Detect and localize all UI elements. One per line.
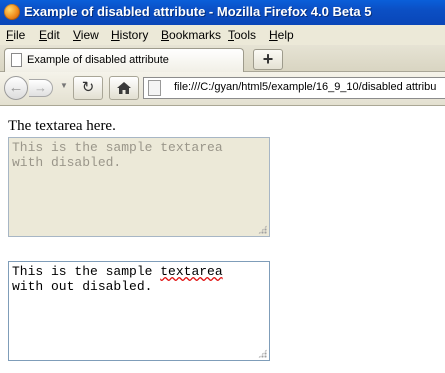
site-page-icon bbox=[148, 80, 161, 96]
enabled-textarea[interactable]: This is the sample textarea with out dis… bbox=[8, 261, 270, 361]
menu-tools[interactable]: Tools bbox=[228, 28, 256, 42]
menu-view[interactable]: View bbox=[73, 28, 99, 42]
menu-edit[interactable]: Edit bbox=[39, 28, 60, 42]
menu-bookmarks[interactable]: Bookmarks bbox=[161, 28, 221, 42]
menu-history-accel: H bbox=[111, 28, 120, 42]
home-button[interactable] bbox=[109, 76, 139, 100]
tab-title: Example of disabled attribute bbox=[27, 54, 169, 66]
history-dropdown-icon[interactable]: ▼ bbox=[60, 81, 68, 90]
disabled-textarea-line2: with disabled. bbox=[12, 155, 122, 170]
page-icon bbox=[11, 53, 22, 67]
content-label: The textarea here. bbox=[8, 118, 116, 134]
forward-button[interactable]: → bbox=[29, 79, 53, 97]
enabled-textarea-line2: with out disabled. bbox=[12, 279, 153, 294]
enabled-textarea-line1-prefix: This is the sample bbox=[12, 264, 161, 279]
firefox-icon bbox=[4, 4, 20, 20]
tab-strip: Example of disabled attribute + bbox=[0, 45, 445, 72]
menu-bar: File Edit View History Bookmarks Tools H… bbox=[0, 25, 445, 45]
tab-active[interactable]: Example of disabled attribute bbox=[4, 48, 244, 72]
back-button[interactable]: ← bbox=[4, 76, 28, 100]
url-bar[interactable]: file:///C:/gyan/html5/example/16_9_10/di… bbox=[143, 77, 445, 99]
resize-grip-icon[interactable] bbox=[258, 349, 267, 358]
menu-help[interactable]: Help bbox=[269, 28, 294, 42]
menu-bookmarks-rest: ookmarks bbox=[169, 28, 222, 42]
url-text: file:///C:/gyan/html5/example/16_9_10/di… bbox=[174, 81, 437, 93]
menu-history-rest: istory bbox=[119, 28, 149, 42]
navigation-bar: ← → ▼ ↻ file:///C:/gyan/html5/example/16… bbox=[0, 72, 445, 106]
forward-arrow-icon: → bbox=[34, 80, 47, 95]
page-content: The textarea here. This is the sample te… bbox=[0, 106, 445, 373]
disabled-textarea: This is the sample textarea with disable… bbox=[8, 137, 270, 237]
menu-edit-rest: dit bbox=[47, 28, 60, 42]
home-icon bbox=[117, 82, 131, 94]
disabled-textarea-line1: This is the sample textarea bbox=[12, 140, 223, 155]
menu-history[interactable]: History bbox=[111, 28, 148, 42]
reload-icon: ↻ bbox=[81, 79, 95, 96]
misspelled-word: textarea bbox=[160, 264, 223, 279]
new-tab-button[interactable]: + bbox=[253, 49, 283, 70]
menu-help-accel: H bbox=[269, 28, 278, 42]
menu-bookmarks-accel: B bbox=[161, 28, 170, 42]
menu-edit-accel: E bbox=[39, 28, 48, 42]
menu-file-rest: ile bbox=[13, 28, 26, 42]
menu-help-rest: elp bbox=[277, 28, 294, 42]
menu-view-rest: iew bbox=[80, 28, 99, 42]
title-bar: Example of disabled attribute - Mozilla … bbox=[0, 0, 445, 25]
menu-view-accel: V bbox=[73, 28, 81, 42]
menu-tools-rest: ools bbox=[234, 28, 257, 42]
reload-button[interactable]: ↻ bbox=[73, 76, 103, 100]
resize-grip-icon bbox=[258, 225, 267, 234]
back-arrow-icon: ← bbox=[8, 79, 24, 96]
back-forward-group: ← → bbox=[4, 76, 54, 100]
window-title: Example of disabled attribute - Mozilla … bbox=[24, 4, 372, 19]
menu-file[interactable]: File bbox=[6, 28, 25, 42]
